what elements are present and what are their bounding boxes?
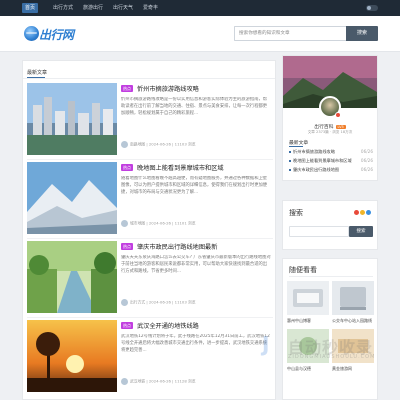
article-title[interactable]: 晚地图上能看到景摩城市和区域 (137, 163, 224, 172)
article-item[interactable]: 热点 忻州市摘旅游路线攻略 忻州市摘旅游路线攻略是一份以实用信息和游客实际体验为… (27, 83, 273, 161)
random-picks-heading: 随便看看 (289, 266, 317, 274)
logo-text: 出行网 (39, 28, 74, 42)
article-excerpt: 肇庆天天东泉庆海路口怎么去公交车? 广东省肇庆市最新版本的出行路线地图对于前往当… (121, 255, 271, 274)
dot-icon (354, 210, 359, 215)
article-excerpt: 忻州市摘旅游路线攻略是一份以实用信息和游客实际体验为主的旅游指南，帮助读者在出行… (121, 97, 268, 116)
article-views: 11103 浏览 (174, 299, 196, 305)
recent-article-date: 06/26 (360, 158, 373, 163)
article-views: 11101 浏览 (174, 220, 196, 226)
article-date: 2024-06-26 (148, 299, 171, 305)
bullet-icon (289, 151, 291, 153)
recent-article-link[interactable]: 晚地图上能看到景摩城市和区域 06/26 (289, 158, 373, 164)
article-views: 11103 浏览 (174, 141, 196, 147)
profile-stats: 文章 2373篇 · 浏览 18万次 (307, 130, 353, 134)
author-avatar (121, 220, 128, 227)
article-date: 2024-06-26 (148, 141, 171, 147)
search-widget: 搜索 搜索 (282, 200, 378, 250)
article-thumbnail[interactable] (27, 320, 117, 392)
article-item[interactable]: 热点 晚地图上能看到景摩城市和区域 随着地图什么地图看晚不越高越便，而有疑地图服… (27, 162, 273, 240)
hot-tag: 热点 (121, 164, 133, 171)
pick-label[interactable]: 公交车中心站入园路线 (332, 318, 374, 324)
divider (27, 238, 273, 239)
article-item[interactable]: 热点 肇庆市政民出行路线地图最新 肇庆天天东泉庆海路口怎么去公交车? 广东省肇庆… (27, 241, 273, 319)
recent-article-title: 晚地图上能看到景摩城市和区域 (293, 158, 352, 163)
article-item[interactable]: 热点 武汉全开通的地铁线路 武汉地铁12号线计划将于年，此于线路在2025年12… (27, 320, 273, 398)
pick-thumbnail[interactable] (332, 329, 374, 363)
recent-article-title: 忻州市摘旅游路线攻略 (293, 149, 335, 154)
article-date: 2024-06-26 (148, 220, 171, 226)
article-date: 2024-06-26 (148, 378, 171, 384)
article-author: 城市地图 (130, 220, 146, 226)
recent-article-date: 06/26 (360, 149, 373, 154)
dot-icon (360, 210, 365, 215)
pick-label[interactable]: 中山县与汉德 (287, 366, 329, 372)
author-profile-card: 出行百科 LV5 文章 2373篇 · 浏览 18万次 最新文章 忻州市摘旅游路线… (282, 55, 378, 181)
random-picks-widget: 随便看看 惠州中山博客 公交车中心站入园路线 中山县与汉德 黄金旅游网 (282, 258, 378, 400)
sidebar-search-input[interactable] (289, 226, 349, 237)
pick-label[interactable]: 黄金旅游网 (332, 366, 374, 372)
article-title[interactable]: 肇庆市政民出行路线地图最新 (137, 242, 217, 251)
author-avatar (121, 141, 128, 148)
article-thumbnail[interactable] (27, 162, 117, 234)
level-badge: LV5 (335, 125, 346, 129)
article-meta: 出行方式 | 2024-06-26 | 11103 浏览 (121, 299, 196, 306)
recent-articles-title: 最新文章 (289, 141, 309, 147)
article-meta: 城市地图 | 2024-06-26 | 11101 浏览 (121, 220, 196, 227)
theme-toggle[interactable] (366, 5, 378, 11)
article-title[interactable]: 武汉全开通的地铁线路 (137, 321, 199, 330)
article-author: 南路地图 (130, 141, 146, 147)
recent-article-link[interactable]: 肇庆市政民出行路线地图 06/26 (289, 167, 373, 173)
site-header: 出行网 搜索你想看的知识和文章 搜索 (0, 16, 400, 52)
hot-tag: 热点 (121, 85, 133, 92)
article-title[interactable]: 忻州市摘旅游路线攻略 (137, 84, 199, 93)
divider (27, 159, 273, 160)
globe-icon (24, 26, 39, 41)
main-content: 最新文章 热点 忻州市摘旅游路线攻略 忻州市摘旅游路线攻略是一份以实用信息和游客… (22, 60, 276, 400)
article-views: 11128 浏览 (174, 378, 196, 384)
article-excerpt: 武汉地铁12号线计划将于年，此于线路在2025年12月31日前工，武汉地铁12号… (121, 334, 270, 353)
bullet-icon (289, 160, 291, 162)
hot-tag: 热点 (121, 243, 133, 250)
recent-article-date: 06/26 (360, 167, 373, 172)
nav-item-tourism[interactable]: 旅游出行 (80, 3, 106, 13)
article-thumbnail[interactable] (27, 83, 117, 155)
site-logo[interactable]: 出行网 (24, 25, 80, 43)
pick-label[interactable]: 惠州中山博客 (287, 318, 329, 324)
pick-thumbnail[interactable] (287, 281, 329, 315)
header-search-input[interactable]: 搜索你想看的知识和文章 (234, 26, 346, 41)
nav-item-weather[interactable]: 出行天气 (110, 3, 136, 13)
top-navigation: 首页 出行方式 旅游出行 出行天气 爱奇丰 (0, 0, 400, 16)
article-meta: 南路地图 | 2024-06-26 | 11103 浏览 (121, 141, 196, 148)
pick-thumbnail[interactable] (332, 281, 374, 315)
divider (27, 317, 273, 318)
bullet-icon (289, 169, 291, 171)
nav-item-more[interactable]: 爱奇丰 (140, 3, 161, 13)
header-search-button[interactable]: 搜索 (346, 26, 378, 41)
divider (23, 78, 275, 79)
latest-articles-title: 最新文章 (27, 70, 48, 78)
divider (289, 276, 373, 277)
author-avatar (121, 378, 128, 385)
article-author: 出行方式 (130, 299, 146, 305)
search-widget-heading: 搜索 (289, 209, 303, 217)
article-author: 武汉地铁 (130, 378, 146, 384)
article-excerpt: 随着地图什么地图看晚不越高越便，而有疑地图服务，并通过各种数据和卫星图像，可以为… (121, 176, 268, 195)
verified-badge-icon (335, 112, 341, 118)
nav-item-travel-mode[interactable]: 出行方式 (50, 3, 76, 13)
pick-thumbnail[interactable] (287, 329, 329, 363)
window-dots (353, 210, 371, 217)
article-thumbnail[interactable] (27, 241, 117, 313)
nav-item-home[interactable]: 首页 (22, 3, 39, 13)
profile-name-row: 出行百科 LV5 (283, 123, 377, 130)
hot-tag: 热点 (121, 322, 133, 329)
sidebar-search-button[interactable]: 搜索 (349, 226, 373, 237)
author-avatar (121, 299, 128, 306)
recent-article-title: 肇庆市政民出行路线地图 (293, 167, 340, 172)
dot-icon (366, 210, 371, 215)
article-meta: 武汉地铁 | 2024-06-26 | 11128 浏览 (121, 378, 196, 385)
recent-article-link[interactable]: 忻州市摘旅游路线攻略 06/26 (289, 149, 373, 155)
